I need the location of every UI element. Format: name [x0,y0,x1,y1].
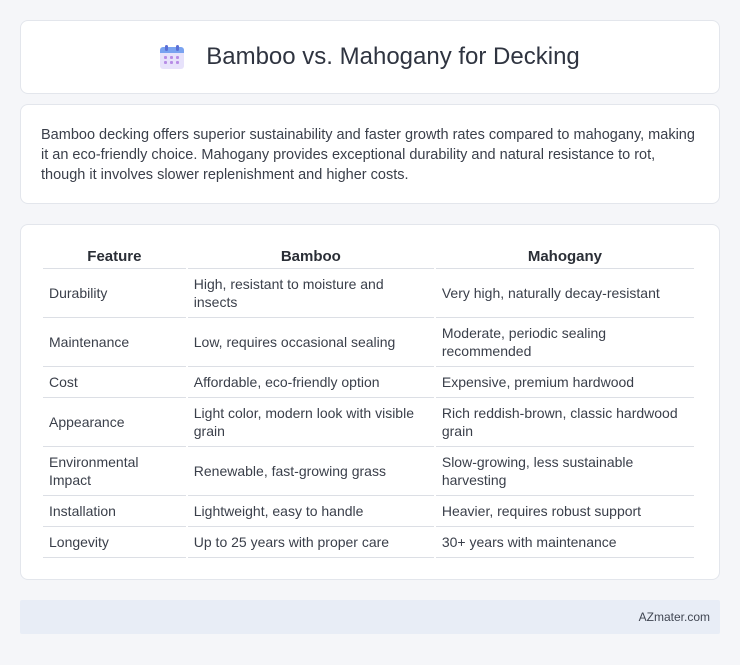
comparison-table: Feature Bamboo Mahogany Durability High,… [41,245,696,558]
column-header-bamboo: Bamboo [187,245,434,269]
mahogany-cell: Heavier, requires robust support [435,496,694,527]
footer-bar: AZmater.com [20,600,720,634]
bamboo-cell: High, resistant to moisture and insects [187,269,434,318]
bamboo-cell: Lightweight, easy to handle [187,496,434,527]
bamboo-cell: Affordable, eco-friendly option [187,367,434,398]
table-row: Cost Affordable, eco-friendly option Exp… [43,367,694,398]
bamboo-cell: Light color, modern look with visible gr… [187,398,434,447]
table-row: Appearance Light color, modern look with… [43,398,694,447]
mahogany-cell: Rich reddish-brown, classic hardwood gra… [435,398,694,447]
table-row: Environmental Impact Renewable, fast-gro… [43,447,694,496]
mahogany-cell: Slow-growing, less sustainable harvestin… [435,447,694,496]
table-header-row: Feature Bamboo Mahogany [43,245,694,269]
feature-cell: Appearance [43,398,186,447]
mahogany-cell: Moderate, periodic sealing recommended [435,318,694,367]
page-title: Bamboo vs. Mahogany for Decking [206,43,580,70]
mahogany-cell: 30+ years with maintenance [435,527,694,558]
bamboo-cell: Low, requires occasional sealing [187,318,434,367]
table-row: Durability High, resistant to moisture a… [43,269,694,318]
intro-text: Bamboo decking offers superior sustainab… [41,127,695,183]
comparison-card: Feature Bamboo Mahogany Durability High,… [20,224,720,580]
table-row: Maintenance Low, requires occasional sea… [43,318,694,367]
title-card: Bamboo vs. Mahogany for Decking [20,20,720,94]
table-row: Installation Lightweight, easy to handle… [43,496,694,527]
feature-cell: Durability [43,269,186,318]
column-header-feature: Feature [43,245,186,269]
intro-card: Bamboo decking offers superior sustainab… [20,104,720,204]
column-header-mahogany: Mahogany [435,245,694,269]
feature-cell: Maintenance [43,318,186,367]
feature-cell: Environmental Impact [43,447,186,496]
footer-brand: AZmater.com [638,610,710,624]
feature-cell: Longevity [43,527,186,558]
feature-cell: Installation [43,496,186,527]
calendar-icon [160,45,185,69]
table-row: Longevity Up to 25 years with proper car… [43,527,694,558]
feature-cell: Cost [43,367,186,398]
bamboo-cell: Up to 25 years with proper care [187,527,434,558]
mahogany-cell: Very high, naturally decay-resistant [435,269,694,318]
mahogany-cell: Expensive, premium hardwood [435,367,694,398]
bamboo-cell: Renewable, fast-growing grass [187,447,434,496]
